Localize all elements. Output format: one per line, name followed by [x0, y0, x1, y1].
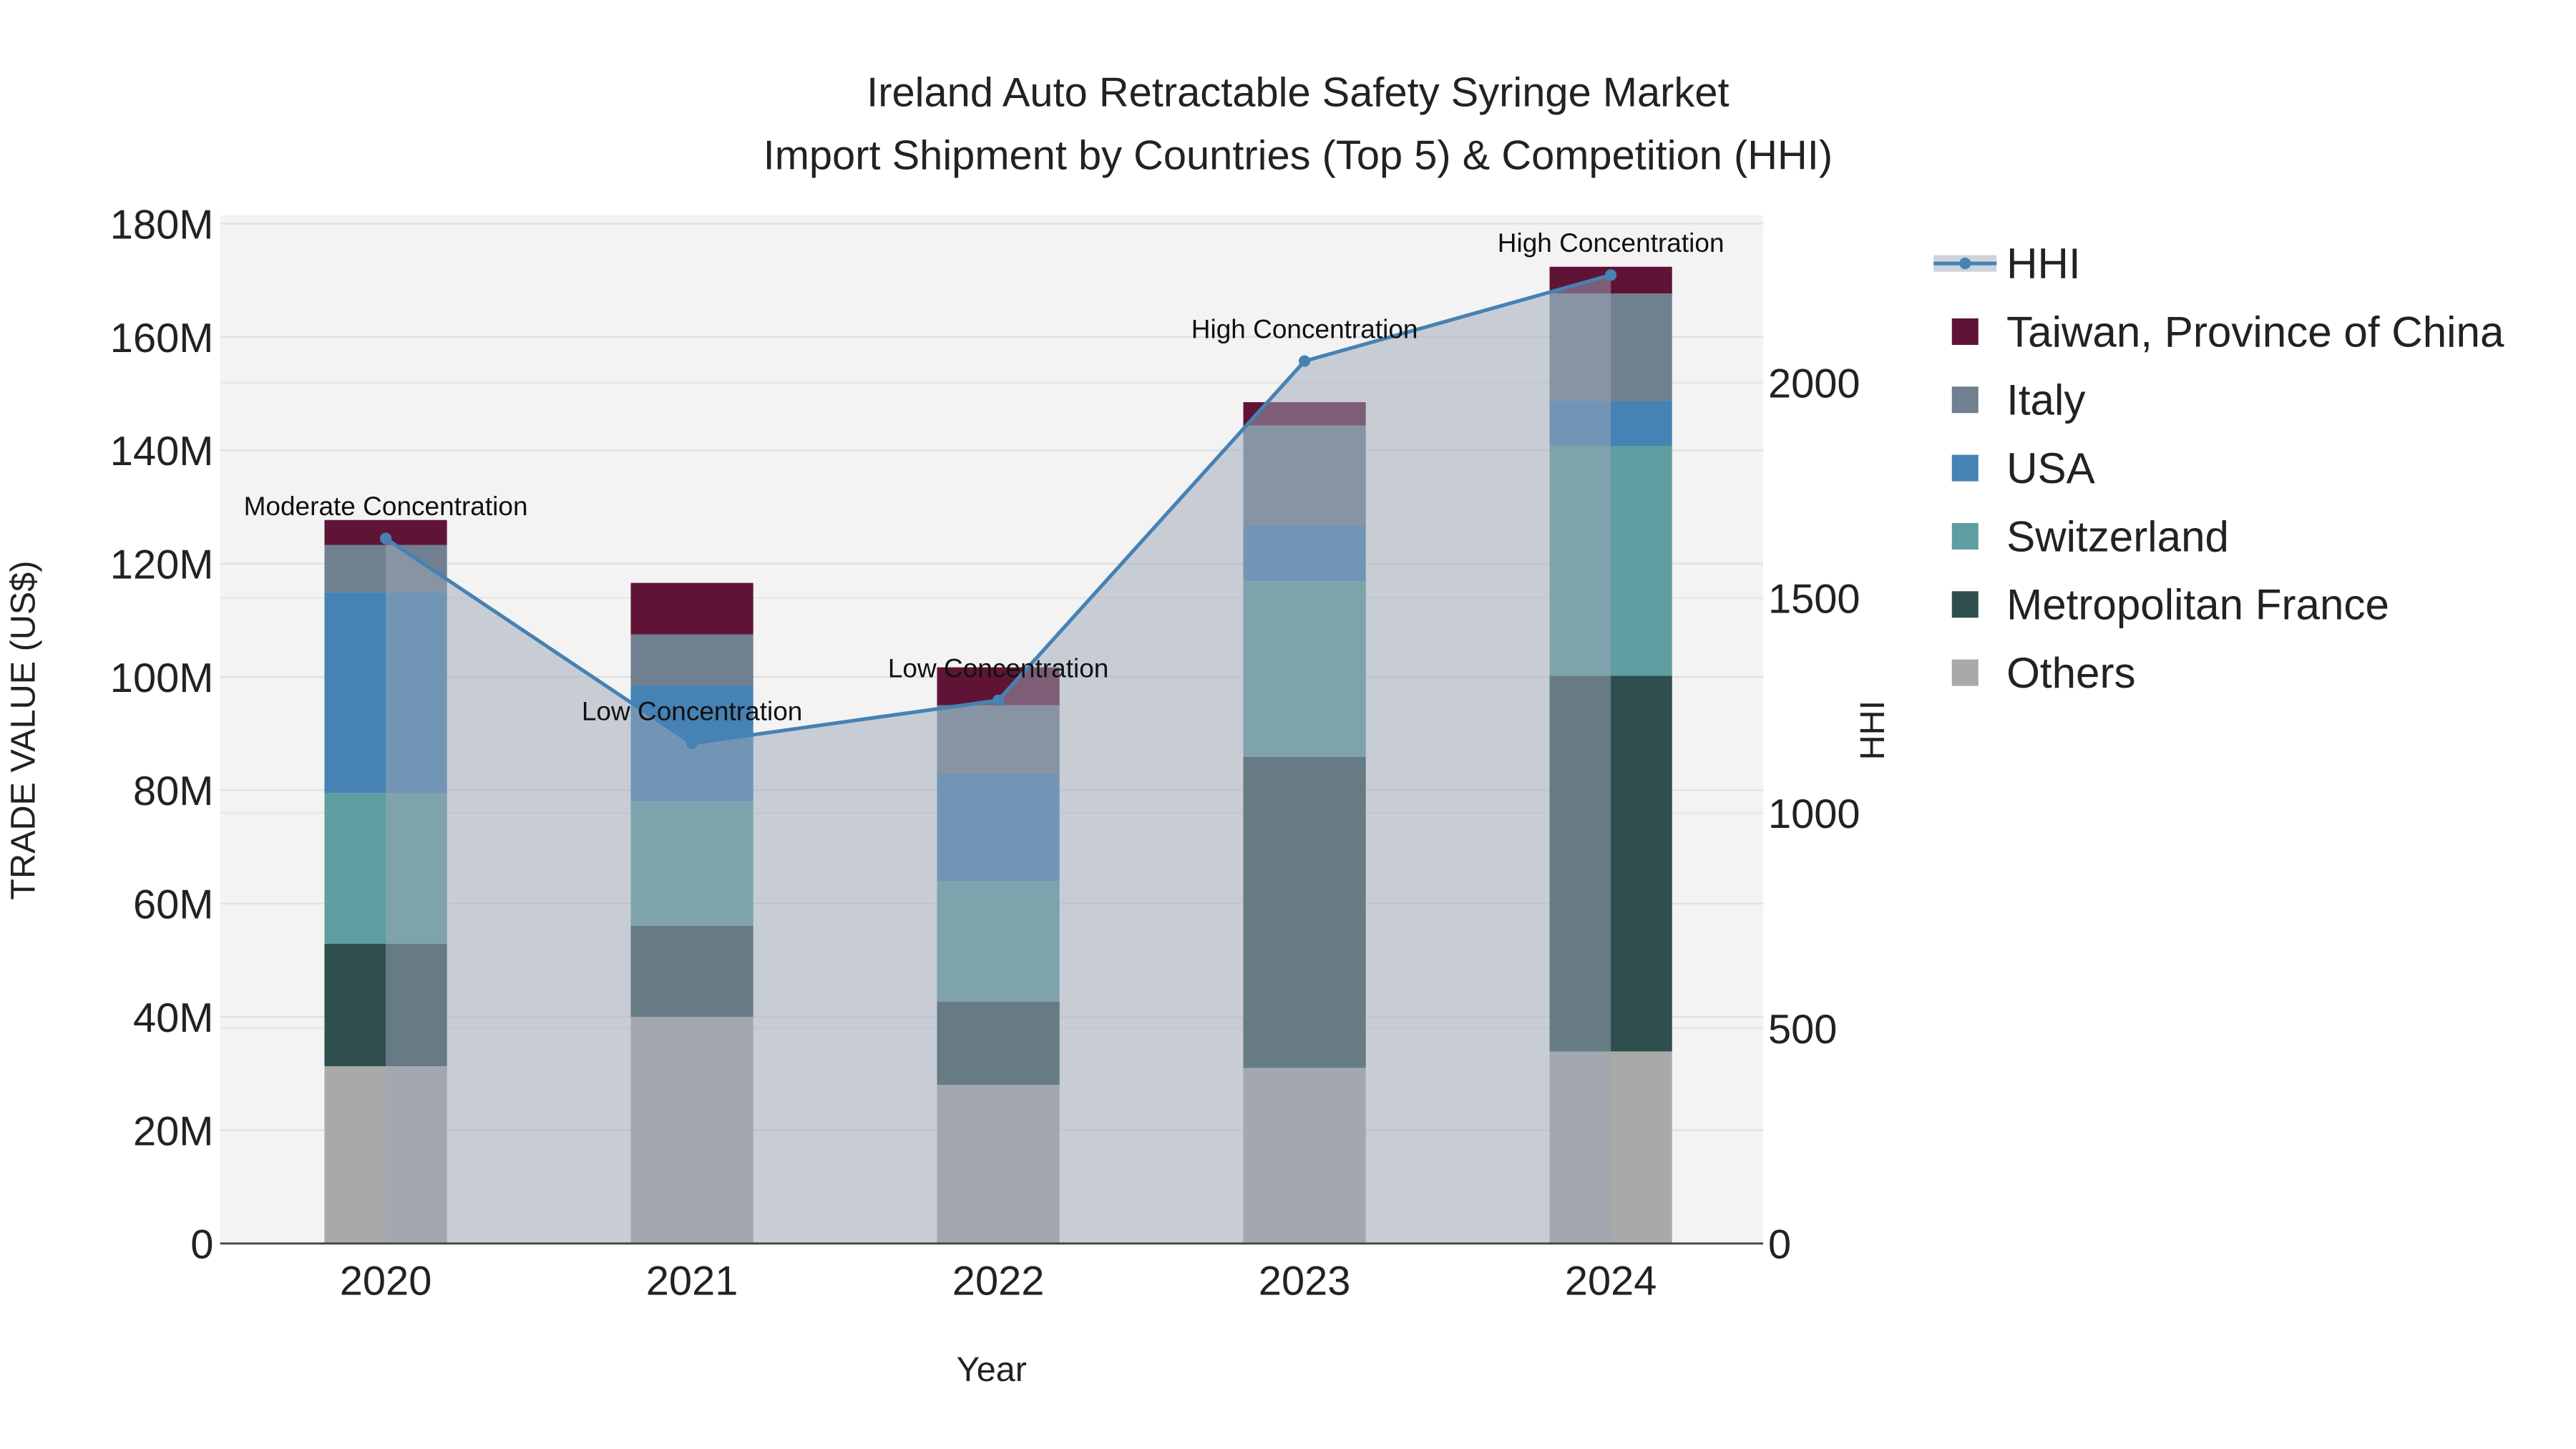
hhi-annotation: High Concentration — [1191, 313, 1418, 343]
y-tick-label: 100M — [110, 655, 214, 701]
x-tick-label: 2021 — [646, 1259, 738, 1304]
x-axis-label: Year — [957, 1350, 1027, 1389]
y-tick-label: 60M — [133, 882, 214, 928]
bar-italy-2021 — [630, 634, 753, 686]
x-tick-label: 2022 — [952, 1259, 1045, 1304]
y2-axis-label: HHI — [1853, 701, 1892, 761]
hhi-point — [992, 694, 1005, 706]
legend-label: USA — [2006, 444, 2095, 492]
y-tick-label: 20M — [133, 1108, 214, 1154]
legend-swatch — [1951, 522, 1979, 550]
hhi-annotation: High Concentration — [1498, 228, 1724, 258]
y2-axis-ticks: 0 500 1000 1500 2000 — [1768, 361, 1860, 1268]
hhi-annotation: Low Concentration — [888, 653, 1109, 683]
legend-label: HHI — [2006, 240, 2081, 288]
legend-label: Switzerland — [2006, 512, 2229, 560]
y2-tick-label: 1000 — [1768, 791, 1860, 837]
hhi-annotation: Low Concentration — [582, 696, 803, 726]
legend-swatch — [1951, 659, 1979, 686]
legend-label: Metropolitan France — [2006, 581, 2389, 629]
chart-subtitle: Import Shipment by Countries (Top 5) & C… — [763, 132, 1833, 178]
y-tick-label: 180M — [110, 202, 214, 248]
legend-label: Others — [2006, 649, 2135, 697]
legend-hhi-marker — [1959, 258, 1971, 270]
chart: Moderate Concentration Low Concentration L… — [4, 69, 2504, 1389]
legend-swatch — [1951, 386, 1979, 414]
hhi-point — [1299, 355, 1311, 367]
y2-tick-label: 1500 — [1768, 576, 1860, 622]
legend-swatch — [1951, 454, 1979, 482]
hhi-point — [686, 737, 698, 749]
y-tick-label: 40M — [133, 995, 214, 1041]
legend-swatch — [1951, 318, 1979, 345]
legend-label: Italy — [2006, 376, 2085, 424]
y-tick-label: 140M — [110, 429, 214, 474]
y-tick-label: 0 — [190, 1222, 213, 1268]
y2-tick-label: 2000 — [1768, 361, 1860, 407]
x-tick-label: 2024 — [1565, 1259, 1657, 1304]
x-tick-label: 2023 — [1259, 1259, 1351, 1304]
hhi-point — [379, 532, 392, 545]
x-axis-ticks: 2020 2021 2022 2023 2024 — [340, 1259, 1657, 1304]
y2-tick-label: 0 — [1768, 1222, 1791, 1268]
y-axis-ticks: 0 20M 40M 60M 80M 100M 120M 140M 160M 180M — [110, 202, 214, 1267]
y2-tick-label: 500 — [1768, 1007, 1837, 1053]
legend-swatch — [1951, 591, 1979, 618]
y-axis-label: TRADE VALUE (US$) — [4, 561, 43, 900]
legend: HHI Taiwan, Province of China Italy USA Swit… — [1933, 240, 2504, 697]
bar-taiwan-province-of-china-2021 — [630, 582, 753, 635]
x-tick-label: 2020 — [340, 1259, 432, 1304]
legend-label: Taiwan, Province of China — [2006, 308, 2504, 356]
y-tick-label: 80M — [133, 769, 214, 814]
chart-title: Ireland Auto Retractable Safety Syringe … — [867, 69, 1729, 115]
y-tick-label: 120M — [110, 542, 214, 588]
hhi-annotation: Moderate Concentration — [244, 491, 528, 521]
hhi-point — [1605, 269, 1617, 281]
y-tick-label: 160M — [110, 316, 214, 361]
